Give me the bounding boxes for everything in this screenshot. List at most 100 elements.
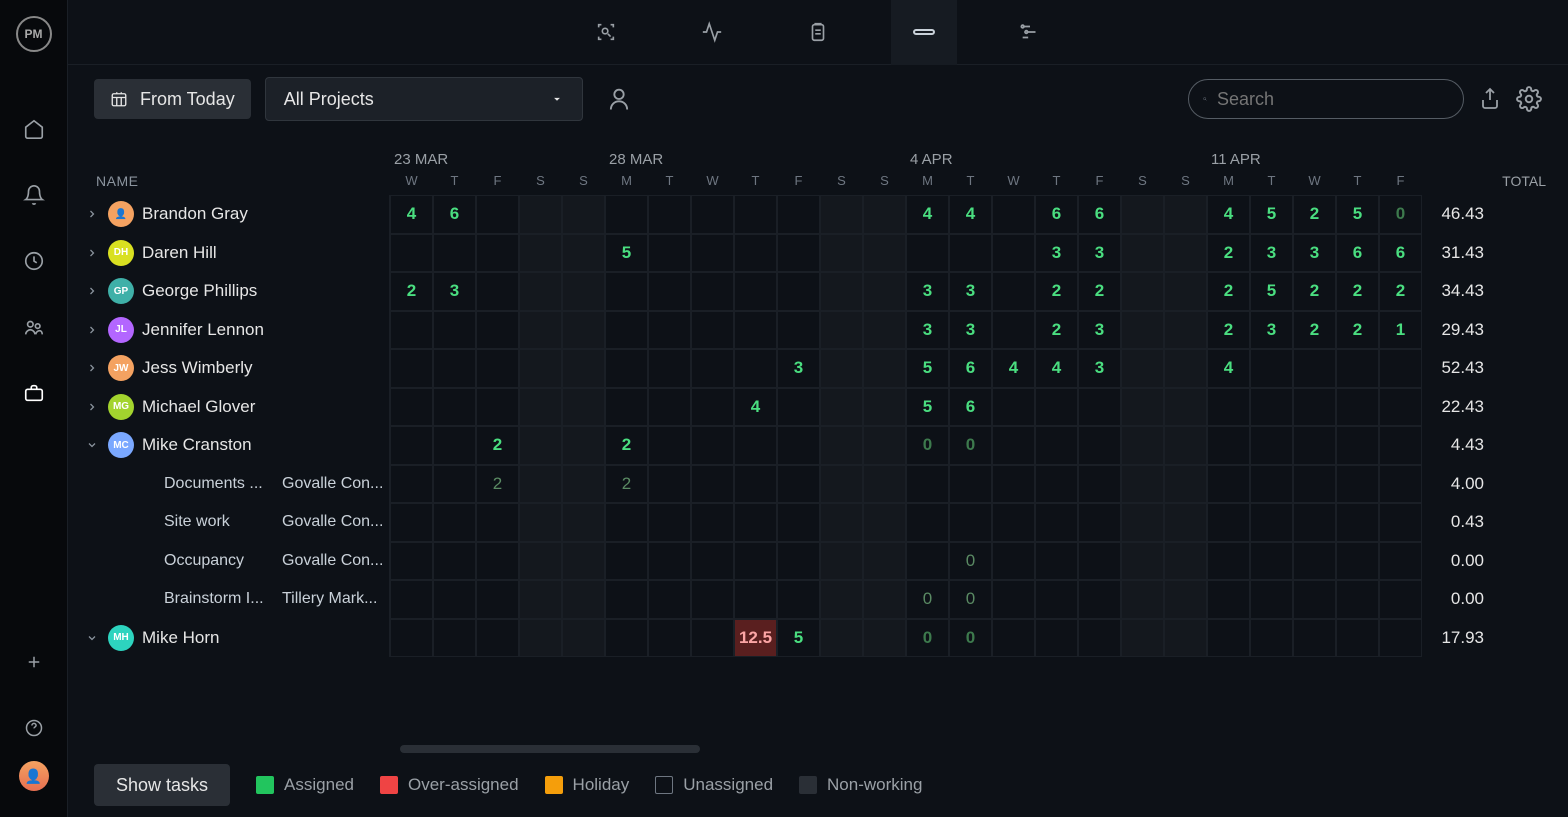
day-cell[interactable] xyxy=(605,195,648,234)
day-cell[interactable] xyxy=(820,426,863,465)
day-cell[interactable] xyxy=(648,234,691,273)
day-cell[interactable] xyxy=(476,311,519,350)
day-cell[interactable] xyxy=(1121,426,1164,465)
day-cell[interactable] xyxy=(1164,349,1207,388)
day-cell[interactable] xyxy=(1035,465,1078,504)
day-cell[interactable] xyxy=(734,349,777,388)
day-cell[interactable]: 6 xyxy=(949,388,992,427)
day-cell[interactable] xyxy=(992,388,1035,427)
day-cell[interactable]: 3 xyxy=(1078,234,1121,273)
day-cell[interactable]: 2 xyxy=(1293,195,1336,234)
day-cell[interactable]: 6 xyxy=(949,349,992,388)
day-cell[interactable] xyxy=(1250,388,1293,427)
day-cell[interactable]: 6 xyxy=(1035,195,1078,234)
day-cell[interactable]: 0 xyxy=(906,619,949,658)
day-cell[interactable] xyxy=(1035,542,1078,581)
day-cell[interactable] xyxy=(691,503,734,542)
day-cell[interactable] xyxy=(992,580,1035,619)
day-cell[interactable] xyxy=(1293,580,1336,619)
day-cell[interactable] xyxy=(734,426,777,465)
day-cell[interactable] xyxy=(863,542,906,581)
day-cell[interactable] xyxy=(1336,542,1379,581)
day-cell[interactable]: 0 xyxy=(1379,195,1422,234)
day-cell[interactable] xyxy=(691,542,734,581)
day-cell[interactable]: 0 xyxy=(949,580,992,619)
day-cell[interactable] xyxy=(1207,619,1250,658)
day-cell[interactable]: 6 xyxy=(1078,195,1121,234)
day-cell[interactable] xyxy=(734,503,777,542)
day-cell[interactable] xyxy=(1164,272,1207,311)
chevron-right-icon[interactable] xyxy=(84,247,100,259)
day-cell[interactable] xyxy=(734,580,777,619)
day-cell[interactable] xyxy=(433,388,476,427)
day-cell[interactable] xyxy=(1250,619,1293,658)
day-cell[interactable] xyxy=(476,388,519,427)
day-cell[interactable]: 0 xyxy=(949,542,992,581)
day-cell[interactable] xyxy=(519,426,562,465)
day-cell[interactable] xyxy=(691,619,734,658)
day-cell[interactable] xyxy=(777,542,820,581)
day-cell[interactable] xyxy=(562,195,605,234)
day-cell[interactable] xyxy=(992,465,1035,504)
day-cell[interactable] xyxy=(1379,542,1422,581)
day-cell[interactable] xyxy=(648,195,691,234)
day-cell[interactable] xyxy=(648,388,691,427)
day-cell[interactable] xyxy=(605,311,648,350)
settings-icon[interactable] xyxy=(1516,86,1542,112)
day-cell[interactable]: 3 xyxy=(949,272,992,311)
day-cell[interactable]: 2 xyxy=(1379,272,1422,311)
day-cell[interactable]: 12.5 xyxy=(734,619,777,658)
day-cell[interactable] xyxy=(734,465,777,504)
day-cell[interactable] xyxy=(1164,542,1207,581)
day-cell[interactable] xyxy=(691,272,734,311)
day-cell[interactable]: 2 xyxy=(605,465,648,504)
day-cell[interactable]: 3 xyxy=(777,349,820,388)
day-cell[interactable] xyxy=(1336,503,1379,542)
day-cell[interactable]: 3 xyxy=(1078,349,1121,388)
day-cell[interactable]: 4 xyxy=(992,349,1035,388)
help-icon[interactable] xyxy=(23,717,45,739)
day-cell[interactable] xyxy=(1250,580,1293,619)
day-cell[interactable] xyxy=(820,388,863,427)
day-cell[interactable] xyxy=(1207,503,1250,542)
day-cell[interactable] xyxy=(1336,426,1379,465)
chevron-down-icon[interactable] xyxy=(84,439,100,451)
day-cell[interactable] xyxy=(433,619,476,658)
day-cell[interactable] xyxy=(1164,234,1207,273)
day-cell[interactable] xyxy=(820,619,863,658)
day-cell[interactable] xyxy=(433,465,476,504)
day-cell[interactable] xyxy=(1164,426,1207,465)
chevron-right-icon[interactable] xyxy=(84,208,100,220)
day-cell[interactable] xyxy=(1379,426,1422,465)
day-cell[interactable] xyxy=(992,234,1035,273)
day-cell[interactable] xyxy=(691,426,734,465)
day-cell[interactable] xyxy=(1293,619,1336,658)
day-cell[interactable] xyxy=(1121,542,1164,581)
day-cell[interactable] xyxy=(519,234,562,273)
day-cell[interactable]: 2 xyxy=(1035,272,1078,311)
day-cell[interactable]: 3 xyxy=(433,272,476,311)
day-cell[interactable] xyxy=(1078,542,1121,581)
day-cell[interactable]: 3 xyxy=(1250,311,1293,350)
day-cell[interactable] xyxy=(820,465,863,504)
day-cell[interactable] xyxy=(390,619,433,658)
day-cell[interactable] xyxy=(519,580,562,619)
tab-clipboard-icon[interactable] xyxy=(785,0,851,65)
day-cell[interactable] xyxy=(1078,619,1121,658)
tab-workload-icon[interactable] xyxy=(891,0,957,65)
day-cell[interactable]: 0 xyxy=(949,619,992,658)
day-cell[interactable] xyxy=(562,234,605,273)
day-cell[interactable] xyxy=(1035,503,1078,542)
day-cell[interactable]: 2 xyxy=(605,426,648,465)
tab-gantt-icon[interactable] xyxy=(997,0,1063,65)
day-cell[interactable] xyxy=(1379,465,1422,504)
user-avatar[interactable]: 👤 xyxy=(19,761,49,791)
day-cell[interactable] xyxy=(1078,388,1121,427)
day-cell[interactable] xyxy=(476,619,519,658)
day-cell[interactable] xyxy=(1250,426,1293,465)
chevron-right-icon[interactable] xyxy=(84,324,100,336)
day-cell[interactable] xyxy=(476,234,519,273)
bell-icon[interactable] xyxy=(23,184,45,206)
day-cell[interactable] xyxy=(992,503,1035,542)
day-cell[interactable] xyxy=(519,619,562,658)
